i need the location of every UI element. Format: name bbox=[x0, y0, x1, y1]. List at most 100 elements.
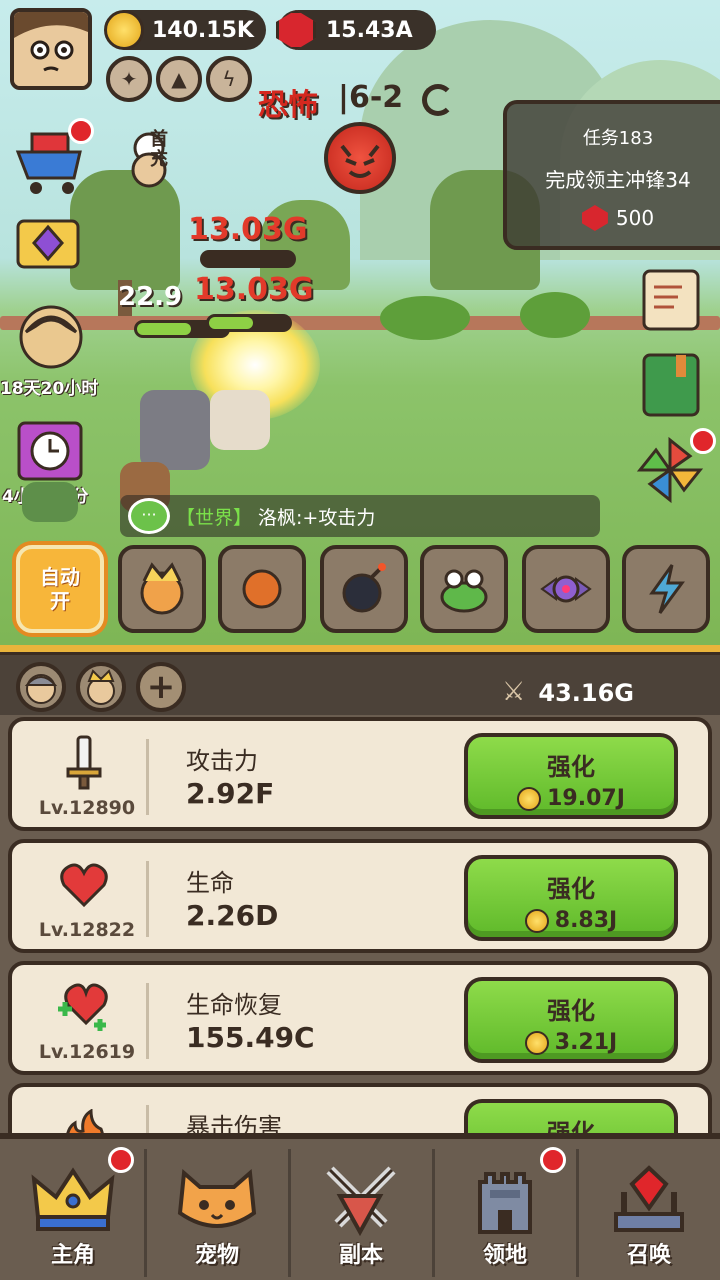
skill-rage-icon[interactable] bbox=[118, 545, 206, 633]
crown-icon bbox=[30, 1165, 116, 1235]
event-hero-icon[interactable] bbox=[14, 300, 88, 374]
quest-panel[interactable]: 任务183 完成领主冲锋34 500 bbox=[503, 100, 720, 250]
lightning-icon bbox=[649, 564, 685, 614]
swords-icon bbox=[318, 1165, 404, 1237]
bush bbox=[520, 292, 590, 338]
gold-coin-icon bbox=[104, 10, 144, 50]
gold-coin-icon bbox=[524, 1030, 549, 1055]
hero-ally bbox=[210, 390, 270, 450]
buff-lightning-icon[interactable]: ϟ bbox=[206, 56, 252, 102]
buff-speed-icon[interactable]: ▲ bbox=[156, 56, 202, 102]
nav-item[interactable]: 副本 bbox=[290, 1145, 432, 1280]
upgrade-button-label: 强化 bbox=[547, 997, 595, 1025]
enemy-hp-bar-1 bbox=[200, 250, 296, 268]
upgrade-cost: 19.07J bbox=[468, 786, 674, 811]
skill-meteor-icon[interactable] bbox=[218, 545, 306, 633]
upgrade-panel: + ⚔ 43.16G Lv.12890 攻击力 2.92F 强化 19.07J Lv… bbox=[0, 645, 720, 1197]
meteor-icon bbox=[242, 569, 282, 609]
combat-power: 43.16G bbox=[538, 679, 634, 707]
stat-card: Lv.12822 生命 2.26D 强化 8.83J bbox=[8, 839, 712, 953]
devil-face-icon bbox=[340, 144, 380, 178]
king-crown-icon bbox=[87, 669, 115, 705]
stat-name: 攻击力 bbox=[186, 747, 258, 775]
stat-level: Lv.12619 bbox=[38, 1041, 136, 1063]
upgrade-button[interactable]: 强化 3.21J bbox=[464, 977, 678, 1063]
valkyrie-icon bbox=[19, 305, 83, 369]
nav-item[interactable]: 召唤 bbox=[578, 1145, 720, 1280]
ally-hp-fill bbox=[137, 323, 191, 335]
auto-label-2: 开 bbox=[50, 589, 70, 613]
chat-message: 洛枫:+攻击力 bbox=[258, 506, 376, 529]
book-icon bbox=[642, 353, 700, 417]
upgrade-button[interactable]: 强化 19.07J bbox=[464, 733, 678, 819]
scroll-quill-icon bbox=[642, 269, 700, 331]
bomb-icon bbox=[342, 563, 386, 613]
stage-level: |6-2 bbox=[338, 80, 404, 115]
refresh-stage-icon[interactable] bbox=[422, 84, 454, 116]
gold-coin-icon bbox=[524, 908, 549, 933]
upgrade-cost-amount: 3.21J bbox=[554, 1030, 618, 1055]
fence bbox=[0, 316, 720, 330]
skill-bomb-icon[interactable] bbox=[320, 545, 408, 633]
sword-icon bbox=[54, 735, 114, 791]
upgrade-cost-amount: 8.83J bbox=[554, 908, 618, 933]
nav-badge bbox=[540, 1147, 566, 1173]
stat-name: 生命 bbox=[186, 869, 234, 897]
bottom-nav: 主角 宠物 副本 领地 召唤 bbox=[0, 1133, 720, 1280]
castle-icon bbox=[462, 1165, 548, 1235]
stat-level: Lv.12822 bbox=[38, 919, 136, 941]
bush bbox=[380, 296, 470, 340]
gift-clock-icon bbox=[17, 421, 83, 481]
stat-value: 2.26D bbox=[186, 899, 279, 932]
crossed-swords-icon: ⚔ bbox=[502, 677, 526, 707]
nav-item[interactable]: 宠物 bbox=[146, 1145, 288, 1280]
damage-number-2: 13.03G bbox=[194, 272, 314, 307]
notes-icon[interactable] bbox=[636, 262, 706, 334]
player-avatar[interactable] bbox=[10, 8, 92, 90]
upgrade-cost: 8.83J bbox=[468, 908, 674, 933]
chat-bubble-dots: ··· bbox=[141, 505, 157, 524]
buff-attack-icon[interactable]: ✦ bbox=[106, 56, 152, 102]
quest-gem-icon bbox=[581, 205, 608, 231]
skill-frog-icon[interactable] bbox=[420, 545, 508, 633]
boss-challenge-icon[interactable] bbox=[324, 122, 396, 194]
enemy-hp-fill bbox=[209, 317, 253, 329]
stat-value: 2.92F bbox=[186, 777, 275, 810]
upgrade-cost: 3.21J bbox=[468, 1030, 674, 1055]
avatar-face-icon bbox=[14, 12, 88, 86]
hero-knight bbox=[140, 390, 210, 470]
timed-gift-icon[interactable] bbox=[14, 408, 86, 484]
frog-icon bbox=[440, 569, 488, 613]
quest-reward-amount: 500 bbox=[615, 206, 655, 230]
shop-badge bbox=[68, 118, 94, 144]
panel-divider bbox=[0, 645, 720, 655]
chat-bubble-icon[interactable]: ··· bbox=[128, 498, 170, 534]
damage-number-small: 22.9 bbox=[118, 282, 183, 312]
skill-bar: 自动 开 bbox=[0, 545, 720, 637]
team-slot-king[interactable] bbox=[76, 662, 126, 712]
add-team-member-button[interactable]: + bbox=[136, 662, 186, 712]
card-separator bbox=[146, 861, 149, 937]
card-separator bbox=[146, 983, 149, 1059]
nav-badge bbox=[108, 1147, 134, 1173]
quest-reward: 500 bbox=[507, 205, 720, 231]
guide-book-icon[interactable] bbox=[638, 350, 704, 420]
damage-number-1: 13.03G bbox=[188, 212, 308, 247]
quest-text: 完成领主冲锋34 bbox=[545, 168, 691, 192]
summon-gem-icon bbox=[606, 1165, 692, 1235]
skill-eye-icon[interactable] bbox=[522, 545, 610, 633]
nav-separator bbox=[288, 1149, 291, 1277]
auto-skill-toggle[interactable]: 自动 开 bbox=[16, 545, 104, 633]
world-chat-bar[interactable]: 【世界】 洛枫:+攻击力 bbox=[120, 495, 600, 537]
skill-lightning-icon[interactable] bbox=[622, 545, 710, 633]
upgrade-cost-amount: 19.07J bbox=[547, 786, 625, 811]
plus-icon: + bbox=[146, 667, 176, 707]
upgrade-button[interactable]: 强化 8.83J bbox=[464, 855, 678, 941]
pinwheel-badge bbox=[690, 428, 716, 454]
team-slot-knight[interactable] bbox=[16, 662, 66, 712]
gold-coin-icon bbox=[517, 786, 542, 811]
nav-separator bbox=[144, 1149, 147, 1277]
auto-label-1: 自动 bbox=[40, 565, 80, 589]
chat-channel: 【世界】 bbox=[176, 506, 253, 529]
chest-reward-icon[interactable] bbox=[12, 212, 84, 276]
